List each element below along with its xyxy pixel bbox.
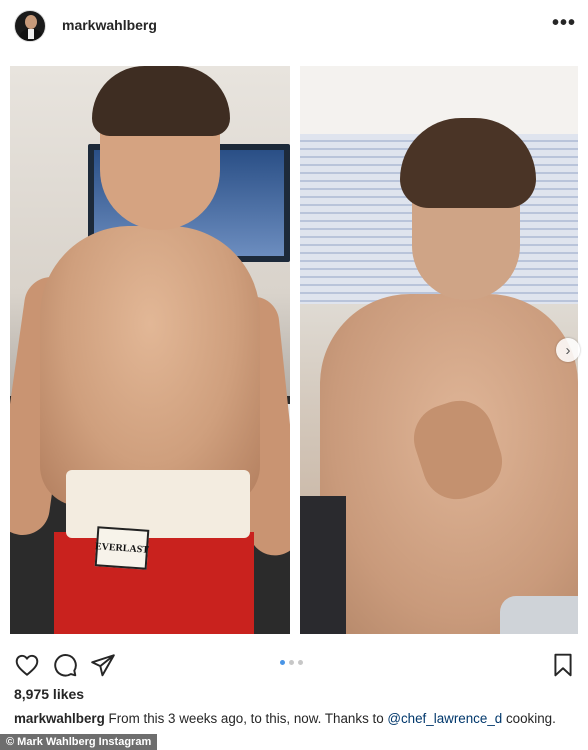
muscular-torso bbox=[40, 226, 260, 506]
carousel-dot[interactable] bbox=[280, 660, 285, 665]
bookmark-icon[interactable] bbox=[550, 652, 576, 678]
post-image[interactable]: EVERLAST bbox=[0, 56, 588, 646]
everlast-logo: EVERLAST bbox=[94, 526, 150, 570]
send-icon[interactable] bbox=[90, 652, 116, 678]
heart-icon[interactable] bbox=[14, 652, 40, 678]
caption-username[interactable]: markwahlberg bbox=[14, 711, 105, 726]
after-photo bbox=[300, 66, 578, 634]
action-bar bbox=[0, 652, 588, 682]
more-options-icon[interactable]: ••• bbox=[552, 13, 576, 33]
trunks-waistband bbox=[66, 470, 250, 538]
blanket bbox=[500, 596, 578, 634]
carousel-dot[interactable] bbox=[289, 660, 294, 665]
post-caption: markwahlberg From this 3 weeks ago, to t… bbox=[14, 711, 556, 726]
caption-text: From this 3 weeks ago, to this, now. Tha… bbox=[104, 711, 388, 726]
red-boxing-trunks bbox=[54, 532, 254, 634]
carousel-dot[interactable] bbox=[298, 660, 303, 665]
carousel-next-icon[interactable]: › bbox=[556, 338, 580, 362]
wet-hair bbox=[92, 66, 230, 136]
carousel-dots bbox=[280, 660, 303, 665]
post-username[interactable]: markwahlberg bbox=[62, 17, 157, 33]
avatar[interactable] bbox=[14, 10, 46, 42]
before-photo: EVERLAST bbox=[10, 66, 290, 634]
post-header: markwahlberg ••• bbox=[0, 0, 588, 52]
caption-mention-link[interactable]: @chef_lawrence_d bbox=[387, 711, 502, 726]
avatar-shirt bbox=[28, 29, 34, 39]
likes-count[interactable]: 8,975 likes bbox=[14, 686, 84, 702]
dark-sheet bbox=[300, 496, 346, 634]
caption-text-end: cooking. bbox=[502, 711, 556, 726]
photo-credit: © Mark Wahlberg Instagram bbox=[0, 734, 158, 750]
avatar-face bbox=[25, 15, 37, 29]
comment-icon[interactable] bbox=[52, 652, 78, 678]
